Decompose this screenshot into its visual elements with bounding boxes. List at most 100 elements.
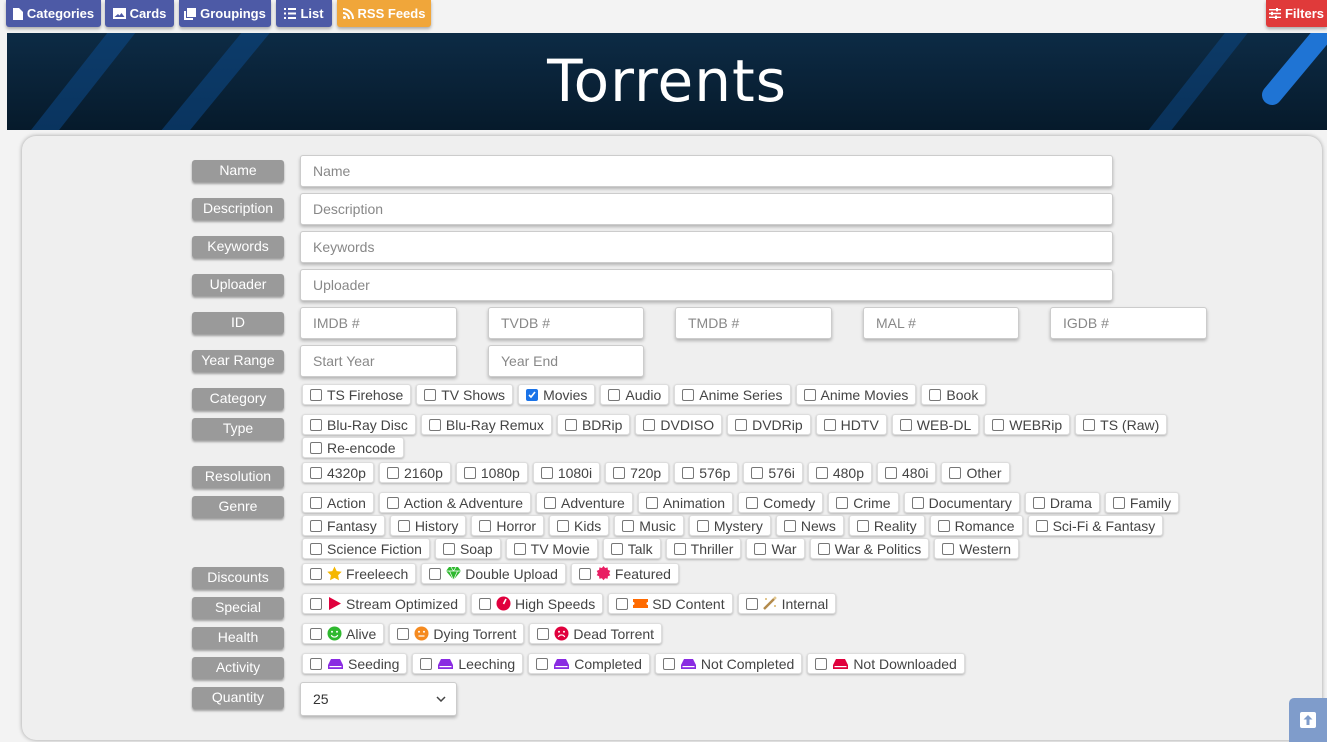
checkbox[interactable] bbox=[537, 627, 550, 640]
option-not-completed[interactable]: Not Completed bbox=[654, 653, 803, 674]
checkbox[interactable] bbox=[420, 657, 433, 670]
checkbox[interactable] bbox=[682, 466, 695, 479]
keywords-input[interactable] bbox=[300, 231, 1113, 263]
checkbox[interactable] bbox=[428, 418, 441, 431]
tvdb-input[interactable] bbox=[488, 307, 644, 339]
option-reality[interactable]: Reality bbox=[848, 515, 925, 536]
option-480p[interactable]: 480p bbox=[807, 462, 873, 483]
checkbox[interactable] bbox=[544, 496, 556, 509]
option-blu-ray-disc[interactable]: Blu-Ray Disc bbox=[302, 414, 416, 435]
option-ts-firehose[interactable]: TS Firehose bbox=[302, 384, 412, 405]
option-4320p[interactable]: 4320p bbox=[302, 462, 374, 483]
year-end-input[interactable] bbox=[488, 345, 644, 377]
checkbox[interactable] bbox=[1035, 519, 1048, 532]
checkbox[interactable] bbox=[310, 388, 322, 401]
checkbox[interactable] bbox=[823, 418, 836, 431]
option-completed[interactable]: Completed bbox=[528, 653, 650, 674]
option-adventure[interactable]: Adventure bbox=[536, 492, 633, 513]
checkbox[interactable] bbox=[803, 388, 816, 401]
option-soap[interactable]: Soap bbox=[434, 538, 501, 559]
checkbox[interactable] bbox=[746, 496, 759, 509]
option-576p[interactable]: 576p bbox=[674, 462, 739, 483]
checkbox[interactable] bbox=[479, 519, 492, 532]
checkbox[interactable] bbox=[310, 657, 322, 670]
option-dvdiso[interactable]: DVDISO bbox=[635, 414, 723, 435]
checkbox[interactable] bbox=[645, 496, 658, 509]
option-romance[interactable]: Romance bbox=[929, 515, 1023, 536]
option-crime[interactable]: Crime bbox=[828, 492, 899, 513]
option-high-speeds[interactable]: High Speeds bbox=[471, 593, 604, 614]
option-dead-torrent[interactable]: Dead Torrent bbox=[529, 623, 663, 644]
mal-input[interactable] bbox=[863, 307, 1019, 339]
checkbox[interactable] bbox=[992, 418, 1005, 431]
checkbox[interactable] bbox=[578, 567, 591, 580]
checkbox[interactable] bbox=[310, 496, 322, 509]
option-news[interactable]: News bbox=[775, 515, 844, 536]
option-movies[interactable]: Movies bbox=[518, 384, 596, 405]
option-576i[interactable]: 576i bbox=[743, 462, 803, 483]
checkbox[interactable] bbox=[911, 496, 924, 509]
option-comedy[interactable]: Comedy bbox=[738, 492, 824, 513]
option-1080i[interactable]: 1080i bbox=[532, 462, 601, 483]
option-dvdrip[interactable]: DVDRip bbox=[727, 414, 811, 435]
checkbox[interactable] bbox=[836, 496, 849, 509]
option-talk[interactable]: Talk bbox=[602, 538, 661, 559]
checkbox[interactable] bbox=[397, 627, 410, 640]
rss-feeds-button[interactable]: RSS Feeds bbox=[337, 0, 431, 27]
option-western[interactable]: Western bbox=[934, 538, 1020, 559]
option-audio[interactable]: Audio bbox=[600, 384, 670, 405]
checkbox[interactable] bbox=[817, 542, 830, 555]
checkbox[interactable] bbox=[949, 466, 962, 479]
checkbox[interactable] bbox=[310, 441, 322, 454]
option-fantasy[interactable]: Fantasy bbox=[302, 515, 385, 536]
checkbox[interactable] bbox=[622, 519, 635, 532]
checkbox[interactable] bbox=[310, 597, 322, 610]
imdb-input[interactable] bbox=[300, 307, 457, 339]
option-war-and-politics[interactable]: War & Politics bbox=[809, 538, 930, 559]
checkbox[interactable] bbox=[310, 627, 322, 640]
checkbox[interactable] bbox=[643, 418, 656, 431]
option-war[interactable]: War bbox=[746, 538, 805, 559]
checkbox[interactable] bbox=[1083, 418, 1096, 431]
checkbox[interactable] bbox=[1032, 496, 1045, 509]
option-tv-movie[interactable]: TV Movie bbox=[505, 538, 598, 559]
option-book[interactable]: Book bbox=[921, 384, 987, 405]
checkbox[interactable] bbox=[751, 466, 764, 479]
checkbox[interactable] bbox=[540, 466, 553, 479]
option-480i[interactable]: 480i bbox=[877, 462, 937, 483]
name-input[interactable] bbox=[300, 155, 1113, 187]
checkbox[interactable] bbox=[929, 388, 942, 401]
option-seeding[interactable]: Seeding bbox=[302, 653, 408, 674]
checkbox[interactable] bbox=[608, 388, 621, 401]
checkbox[interactable] bbox=[937, 519, 950, 532]
checkbox[interactable] bbox=[783, 519, 796, 532]
checkbox[interactable] bbox=[310, 418, 322, 431]
checkbox[interactable] bbox=[616, 597, 629, 610]
option-mystery[interactable]: Mystery bbox=[688, 515, 771, 536]
option-history[interactable]: History bbox=[389, 515, 467, 536]
checkbox[interactable] bbox=[885, 466, 898, 479]
option-2160p[interactable]: 2160p bbox=[378, 462, 451, 483]
checkbox[interactable] bbox=[310, 542, 322, 555]
cards-button[interactable]: Cards bbox=[105, 0, 174, 27]
option-tv-shows[interactable]: TV Shows bbox=[416, 384, 514, 405]
checkbox[interactable] bbox=[564, 418, 577, 431]
checkbox[interactable] bbox=[386, 496, 399, 509]
checkbox[interactable] bbox=[815, 657, 828, 670]
checkbox[interactable] bbox=[745, 597, 758, 610]
option-sd-content[interactable]: SD Content bbox=[608, 593, 733, 614]
checkbox[interactable] bbox=[942, 542, 955, 555]
option-web-dl[interactable]: WEB-DL bbox=[891, 414, 980, 435]
checkbox[interactable] bbox=[696, 519, 709, 532]
scroll-to-top-button[interactable] bbox=[1289, 698, 1327, 742]
option-horror[interactable]: Horror bbox=[471, 515, 545, 536]
groupings-button[interactable]: Groupings bbox=[179, 0, 271, 27]
option-webrip[interactable]: WEBRip bbox=[984, 414, 1071, 435]
option-bdrip[interactable]: BDRip bbox=[556, 414, 631, 435]
filters-button[interactable]: Filters bbox=[1266, 0, 1327, 27]
checkbox[interactable] bbox=[662, 657, 675, 670]
option-internal[interactable]: Internal bbox=[737, 593, 837, 614]
option-stream-optimized[interactable]: Stream Optimized bbox=[302, 593, 467, 614]
quantity-select[interactable]: 25 bbox=[300, 682, 457, 716]
option-alive[interactable]: Alive bbox=[302, 623, 385, 644]
